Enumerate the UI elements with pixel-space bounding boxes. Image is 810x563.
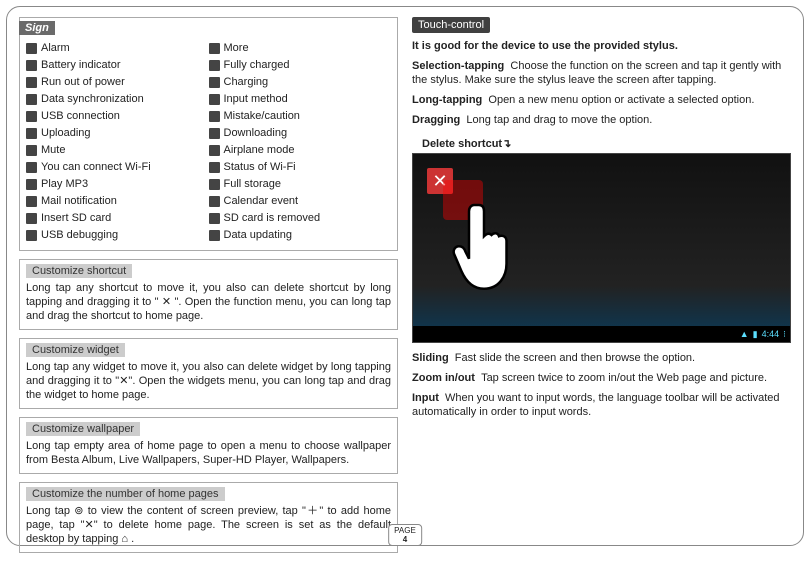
sign-item-label: Insert SD card — [41, 210, 111, 227]
touch-intro: It is good for the device to use the pro… — [412, 39, 791, 53]
touch-control-title: Touch-control — [412, 17, 490, 33]
device-screenshot: ✕ ▲ ▮ 4:44 ⁝ — [412, 153, 791, 343]
sign-item-label: Mistake/caution — [224, 108, 300, 125]
sign-col-2: More Fully charged Charging Input method… — [209, 40, 392, 244]
sign-col-1: Alarm Battery indicator Run out of power… — [26, 40, 209, 244]
section-title: Customize shortcut — [26, 264, 132, 278]
battery-empty-icon — [26, 77, 37, 88]
long-tapping-title: Long-tapping — [412, 94, 482, 106]
sign-box: Sign Alarm Battery indicator Run out of … — [19, 17, 398, 251]
mail-icon — [26, 196, 37, 207]
sign-item-label: Mail notification — [41, 193, 117, 210]
section-body: Long tap empty area of home page to open… — [26, 439, 391, 467]
update-icon — [209, 230, 220, 241]
battery-icon: ▮ — [753, 329, 758, 340]
sliding-title: Sliding — [412, 352, 449, 364]
sign-item-label: USB connection — [41, 108, 120, 125]
section-title: Customize widget — [26, 343, 125, 357]
sign-item-label: Uploading — [41, 125, 91, 142]
sign-item-label: USB debugging — [41, 227, 118, 244]
dragging-body: Long tap and drag to move the option. — [466, 114, 652, 126]
sign-item-label: Fully charged — [224, 57, 290, 74]
wifi-icon: ▲ — [740, 329, 749, 339]
dragging-title: Dragging — [412, 114, 460, 126]
sign-item-label: Data updating — [224, 227, 293, 244]
usb-icon — [26, 111, 37, 122]
sign-item-label: Airplane mode — [224, 142, 295, 159]
section-title: Customize wallpaper — [26, 422, 140, 436]
right-column: Touch-control It is good for the device … — [412, 17, 791, 539]
sign-item-label: Battery indicator — [41, 57, 120, 74]
sign-item-label: Data synchronization — [41, 91, 144, 108]
page-num: 4 — [403, 535, 407, 544]
input-body: When you want to input words, the langua… — [412, 392, 780, 418]
customize-widget-box: Customize widget Long tap any widget to … — [19, 338, 398, 409]
page-label: PAGE — [394, 526, 416, 535]
settings-icon: ⁝ — [783, 329, 786, 340]
zoom-title: Zoom in/out — [412, 372, 475, 384]
hand-pointer-icon — [449, 200, 529, 300]
customize-pages-box: Customize the number of home pages Long … — [19, 482, 398, 553]
battery-full-icon — [209, 60, 220, 71]
storage-full-icon — [209, 179, 220, 190]
sync-icon — [26, 94, 37, 105]
wifi-status-icon — [209, 162, 220, 173]
sign-title: Sign — [19, 21, 55, 35]
sign-item-label: Input method — [224, 91, 288, 108]
sliding-body: Fast slide the screen and then browse th… — [455, 352, 695, 364]
customize-wallpaper-box: Customize wallpaper Long tap empty area … — [19, 417, 398, 474]
manual-page: Sign Alarm Battery indicator Run out of … — [6, 6, 804, 546]
sign-item-label: Run out of power — [41, 74, 125, 91]
zoom-body: Tap screen twice to zoom in/out the Web … — [481, 372, 767, 384]
customize-shortcut-box: Customize shortcut Long tap any shortcut… — [19, 259, 398, 330]
section-title: Customize the number of home pages — [26, 487, 225, 501]
sign-item-label: Charging — [224, 74, 269, 91]
calendar-icon — [209, 196, 220, 207]
battery-icon — [26, 60, 37, 71]
sign-item-label: Calendar event — [224, 193, 299, 210]
warning-icon — [209, 111, 220, 122]
usb-debug-icon — [26, 230, 37, 241]
sign-item-label: You can connect Wi-Fi — [41, 159, 151, 176]
sign-item-label: Play MP3 — [41, 176, 88, 193]
selection-tapping-title: Selection-tapping — [412, 60, 504, 72]
download-icon — [209, 128, 220, 139]
section-body: Long tap any widget to move it, you also… — [26, 360, 391, 402]
sign-item-label: Downloading — [224, 125, 288, 142]
left-column: Sign Alarm Battery indicator Run out of … — [19, 17, 398, 539]
page-number: PAGE 4 — [388, 524, 422, 546]
section-body: Long tap ⊚ to view the content of screen… — [26, 504, 391, 546]
wifi-available-icon — [26, 162, 37, 173]
sign-item-label: Status of Wi-Fi — [224, 159, 296, 176]
sign-item-label: More — [224, 40, 249, 57]
charging-icon — [209, 77, 220, 88]
sign-item-label: Mute — [41, 142, 65, 159]
clock-text: 4:44 — [762, 329, 780, 339]
delete-shortcut-label: Delete shortcut↴ — [422, 137, 791, 150]
long-tapping-body: Open a new menu option or activate a sel… — [488, 94, 754, 106]
section-body: Long tap any shortcut to move it, you al… — [26, 281, 391, 323]
input-method-icon — [209, 94, 220, 105]
upload-icon — [26, 128, 37, 139]
sign-item-label: Alarm — [41, 40, 70, 57]
play-icon — [26, 179, 37, 190]
airplane-icon — [209, 145, 220, 156]
sign-item-label: Full storage — [224, 176, 281, 193]
alarm-icon — [26, 43, 37, 54]
sign-item-label: SD card is removed — [224, 210, 321, 227]
sd-insert-icon — [26, 213, 37, 224]
sd-remove-icon — [209, 213, 220, 224]
input-title: Input — [412, 392, 439, 404]
more-icon — [209, 43, 220, 54]
mute-icon — [26, 145, 37, 156]
system-bar: ▲ ▮ 4:44 ⁝ — [413, 326, 790, 342]
